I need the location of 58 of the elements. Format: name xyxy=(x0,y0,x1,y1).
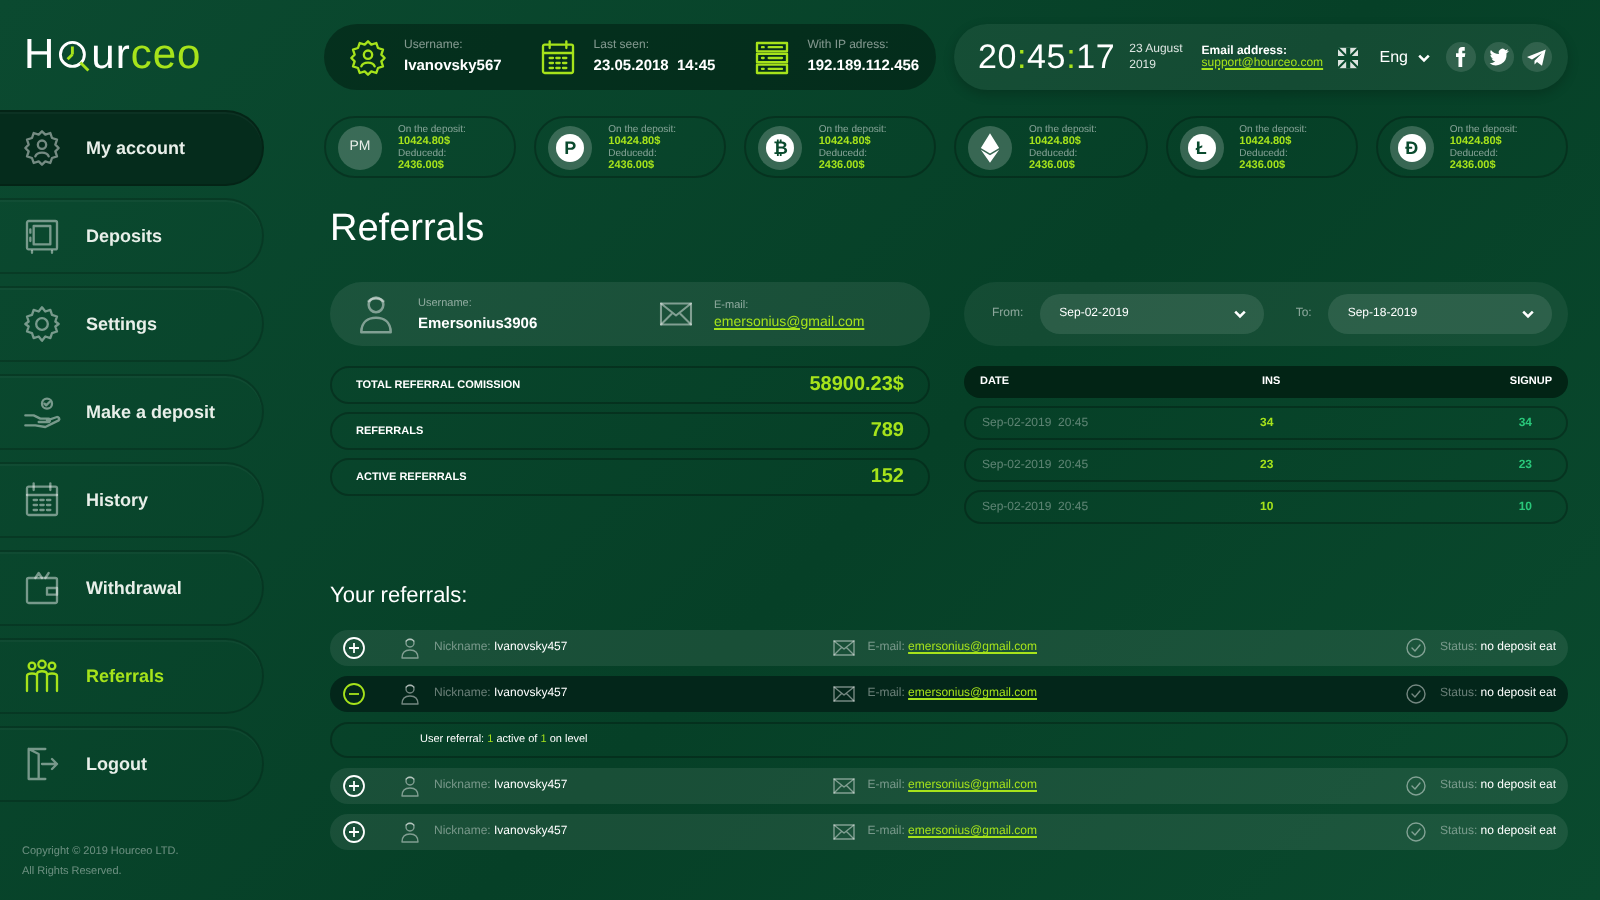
check-circle-icon xyxy=(1403,774,1428,798)
section-title: Your referrals: xyxy=(330,584,470,608)
hand-icon xyxy=(22,392,62,432)
clock-icon xyxy=(57,40,90,72)
wallet-icon xyxy=(22,568,62,608)
check-circle-icon xyxy=(1403,820,1428,844)
chevron-down-icon xyxy=(1416,49,1432,65)
expand-icon[interactable] xyxy=(342,820,366,844)
safe-icon xyxy=(22,216,62,256)
stat-value: 58900.23$ xyxy=(809,374,904,396)
check-circle-icon xyxy=(1403,682,1428,706)
twitter-icon[interactable] xyxy=(1484,42,1514,72)
sidebar-item[interactable]: Withdrawal xyxy=(0,550,264,626)
stat-value: 152 xyxy=(870,466,904,488)
stat-value: 789 xyxy=(870,420,904,442)
check-circle-icon xyxy=(1403,636,1428,660)
expand-icon[interactable] xyxy=(342,774,366,798)
calendar-icon xyxy=(22,480,62,520)
person-icon xyxy=(398,774,422,798)
server-icon xyxy=(751,37,792,77)
collapse-icon[interactable] xyxy=(342,682,366,706)
envelope-icon xyxy=(831,636,856,660)
gear-icon xyxy=(22,304,62,344)
sidebar-item[interactable]: Deposits xyxy=(0,198,264,274)
user-gear-icon xyxy=(22,128,62,168)
sidebar-item[interactable]: Make a deposit xyxy=(0,374,264,450)
flag-icon xyxy=(1337,43,1358,71)
page-title: Referrals xyxy=(330,208,485,252)
envelope-icon xyxy=(658,296,694,332)
calendar-icon xyxy=(537,37,578,77)
coin-icon: Ł xyxy=(1179,125,1224,169)
telegram-icon[interactable] xyxy=(1522,42,1552,72)
chevron-down-icon xyxy=(1520,306,1536,322)
person-icon xyxy=(398,636,422,660)
coin-icon: P xyxy=(548,125,593,169)
coin-icon: ₿ xyxy=(758,125,803,169)
logo: H urceo xyxy=(24,36,204,76)
sidebar-item[interactable]: Logout xyxy=(0,726,264,802)
sidebar-item[interactable]: My account xyxy=(0,110,264,186)
ethereum-icon xyxy=(968,125,1013,169)
expand-icon[interactable] xyxy=(342,636,366,660)
language-selector[interactable]: Eng xyxy=(1379,48,1432,66)
people-icon xyxy=(22,656,62,696)
sidebar-item[interactable]: Referrals xyxy=(0,638,264,714)
person-icon xyxy=(398,682,422,706)
sidebar-item[interactable]: History xyxy=(0,462,264,538)
envelope-icon xyxy=(831,682,856,706)
facebook-icon[interactable] xyxy=(1446,42,1476,72)
logout-icon xyxy=(22,744,62,784)
sidebar-item[interactable]: Settings xyxy=(0,286,264,362)
person-icon xyxy=(398,820,422,844)
envelope-icon xyxy=(831,774,856,798)
user-gear-icon xyxy=(348,37,388,77)
envelope-icon xyxy=(831,820,856,844)
chevron-down-icon xyxy=(1231,306,1248,322)
clock-time: 20:45:17 xyxy=(978,37,1116,77)
person-icon xyxy=(354,292,398,336)
coin-icon: Đ xyxy=(1389,125,1434,169)
